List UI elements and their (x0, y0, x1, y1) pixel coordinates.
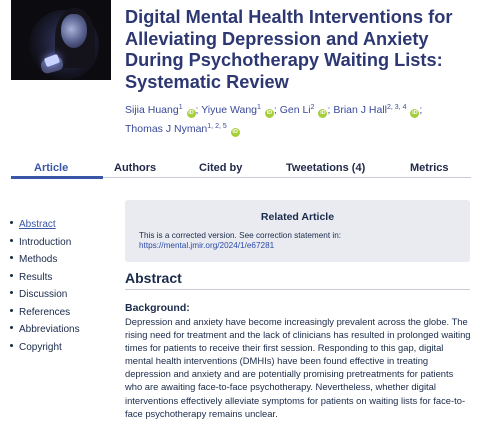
toc-item-references[interactable]: References (10, 304, 120, 322)
toc-item-methods[interactable]: Methods (10, 251, 120, 269)
article-thumbnail-image (11, 0, 111, 80)
divider (125, 289, 470, 290)
thumbnail-face (61, 14, 87, 48)
orcid-icon[interactable]: iD (230, 127, 240, 137)
toc-item-copyright[interactable]: Copyright (10, 339, 120, 357)
toc-item-results[interactable]: Results (10, 269, 120, 287)
toc-item-introduction[interactable]: Introduction (10, 234, 120, 252)
article-title: Digital Mental Health Interventions for … (125, 7, 453, 92)
background-text: Depression and anxiety have become incre… (125, 316, 471, 419)
author-link[interactable]: Brian J Hall2, 3, 4 iD (333, 104, 420, 118)
correction-note: This is a corrected version. See correct… (139, 231, 342, 251)
abstract-heading: Abstract (125, 270, 182, 286)
tab-tweetations[interactable]: Tweetations (4) (286, 162, 365, 174)
background-heading: Background: (125, 302, 190, 314)
tab-metrics[interactable]: Metrics (410, 162, 449, 174)
toc-item-discussion[interactable]: Discussion (10, 286, 120, 304)
toc-item-abbreviations[interactable]: Abbreviations (10, 321, 120, 339)
tab-cited-by[interactable]: Cited by (199, 162, 242, 174)
article-tabs: Article Authors Cited by Tweetations (4)… (11, 158, 471, 179)
orcid-icon[interactable]: iD (186, 109, 196, 118)
author-link[interactable]: Thomas J Nyman1, 2, 5 iD (125, 123, 240, 137)
table-of-contents: Abstract Introduction Methods Results Di… (10, 216, 120, 356)
author-link[interactable]: Sijia Huang1 iD (125, 104, 196, 118)
author-link[interactable]: Yiyue Wang1 iD (201, 104, 274, 118)
tab-authors[interactable]: Authors (114, 162, 156, 174)
toc-item-abstract[interactable]: Abstract (10, 216, 120, 234)
tab-article[interactable]: Article (34, 162, 68, 174)
related-article-heading: Related Article (260, 211, 335, 223)
author-link[interactable]: Gen Li2 iD (280, 104, 328, 118)
correction-link[interactable]: https://mental.jmir.org/2024/1/e67281 (139, 241, 274, 250)
orcid-icon[interactable]: iD (264, 109, 274, 118)
related-article-panel: Related Article This is a corrected vers… (125, 200, 470, 262)
active-tab-indicator (11, 176, 103, 179)
author-list: Sijia Huang1 iD; Yiyue Wang1 iD; Gen Li2… (125, 104, 423, 137)
